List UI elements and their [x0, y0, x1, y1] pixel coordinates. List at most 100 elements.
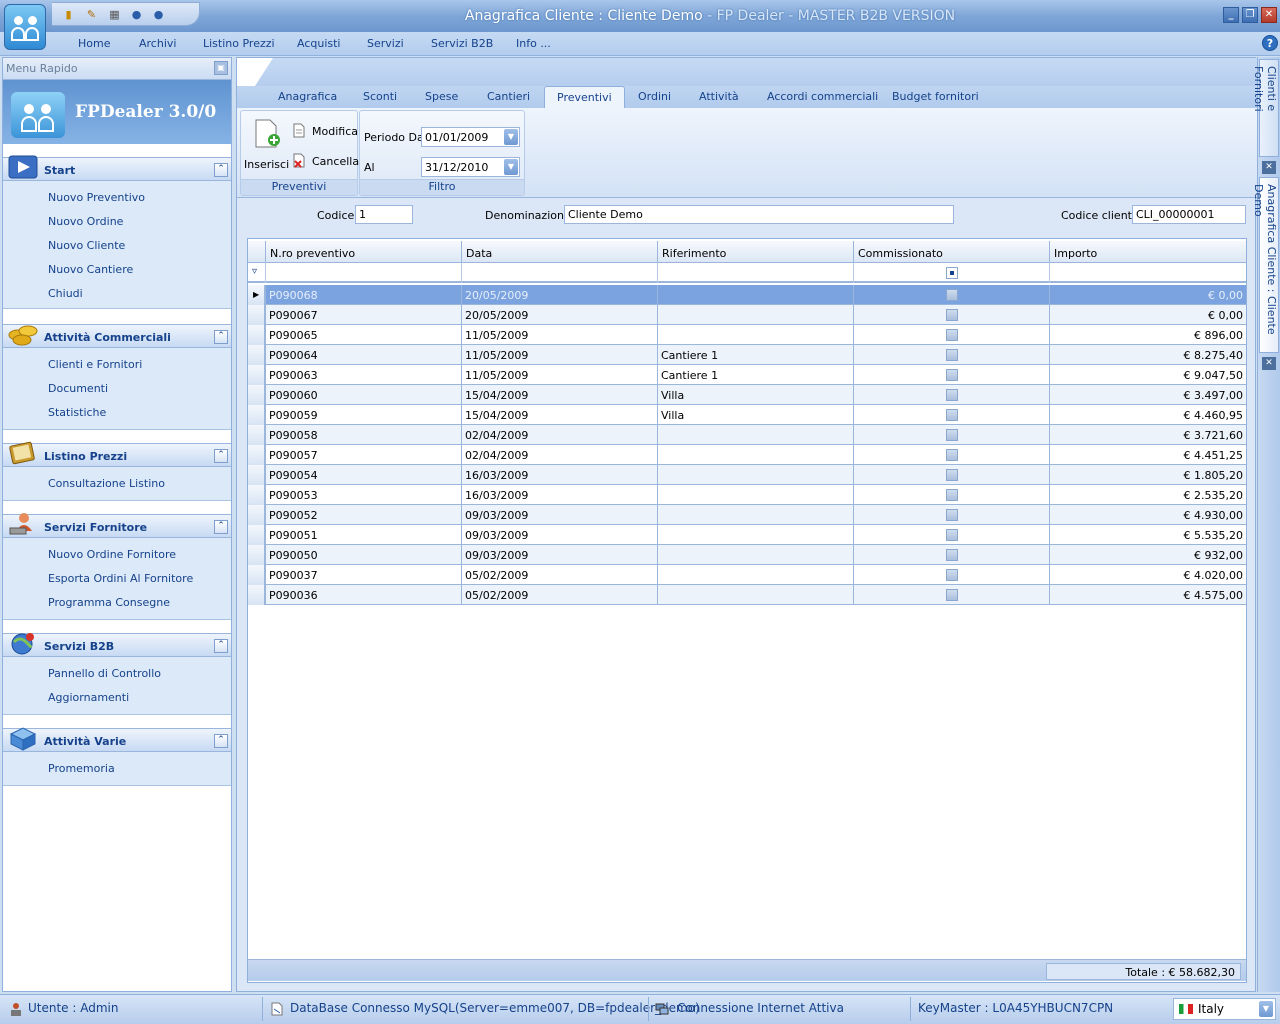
- cell-importo[interactable]: € 3.721,60: [1049, 425, 1246, 445]
- cell-riferimento[interactable]: [657, 525, 853, 545]
- row-selector[interactable]: [248, 465, 265, 485]
- delete-button[interactable]: Cancella: [291, 151, 359, 171]
- cell-data[interactable]: 02/04/2009: [461, 445, 657, 465]
- commissionato-checkbox[interactable]: [946, 349, 958, 361]
- table-row[interactable]: P090053 16/03/2009 € 2.535,20: [248, 485, 1246, 505]
- cell-importo[interactable]: € 0,00: [1049, 305, 1246, 325]
- sidebar-item-consultazione-listino[interactable]: Consultazione Listino: [3, 471, 231, 495]
- cell-numero[interactable]: P090068: [265, 285, 461, 305]
- collapse-icon[interactable]: ⌃: [214, 449, 228, 463]
- tab-anagrafica[interactable]: Anagrafica: [278, 90, 337, 103]
- doc-tab-anagrafica-cliente[interactable]: Anagrafica Cliente : Cliente Demo: [1252, 177, 1279, 353]
- cell-riferimento[interactable]: [657, 565, 853, 585]
- cell-riferimento[interactable]: [657, 505, 853, 525]
- sidebar-item-promemoria[interactable]: Promemoria: [3, 756, 231, 780]
- cell-importo[interactable]: € 896,00: [1049, 325, 1246, 345]
- menu-home[interactable]: Home: [78, 37, 110, 50]
- cell-importo[interactable]: € 5.535,20: [1049, 525, 1246, 545]
- commissionato-checkbox[interactable]: [946, 409, 958, 421]
- chevron-down-icon[interactable]: ▼: [504, 159, 518, 175]
- cell-importo[interactable]: € 4.020,00: [1049, 565, 1246, 585]
- filter-cell[interactable]: [265, 263, 461, 283]
- table-row[interactable]: P090037 05/02/2009 € 4.020,00: [248, 565, 1246, 585]
- cell-data[interactable]: 09/03/2009: [461, 545, 657, 565]
- column-header-data[interactable]: Data: [461, 241, 657, 263]
- table-row[interactable]: P090057 02/04/2009 € 4.451,25: [248, 445, 1246, 465]
- menu-servizi[interactable]: Servizi: [367, 37, 404, 50]
- chevron-down-icon[interactable]: ▼: [1259, 1001, 1273, 1017]
- commissionato-checkbox[interactable]: [946, 529, 958, 541]
- menu-info[interactable]: Info ...: [516, 37, 551, 50]
- sidebar-item-nuovo-cliente[interactable]: Nuovo Cliente: [3, 233, 231, 257]
- sidebar-item-clienti-e-fornitori[interactable]: Clienti e Fornitori: [3, 352, 231, 376]
- cell-data[interactable]: 11/05/2009: [461, 345, 657, 365]
- close-icon[interactable]: ✕: [1262, 357, 1276, 370]
- cell-data[interactable]: 09/03/2009: [461, 525, 657, 545]
- tab-budget-fornitori[interactable]: Budget fornitori: [892, 90, 979, 103]
- row-selector[interactable]: [248, 405, 265, 425]
- cell-riferimento[interactable]: [657, 425, 853, 445]
- cell-numero[interactable]: P090051: [265, 525, 461, 545]
- cell-importo[interactable]: € 4.575,00: [1049, 585, 1246, 605]
- table-row[interactable]: P090058 02/04/2009 € 3.721,60: [248, 425, 1246, 445]
- commissionato-checkbox[interactable]: [946, 289, 958, 301]
- collapse-icon[interactable]: ⌃: [214, 734, 228, 748]
- commissionato-checkbox[interactable]: [946, 449, 958, 461]
- row-selector[interactable]: [248, 585, 265, 605]
- cell-data[interactable]: 05/02/2009: [461, 585, 657, 605]
- cell-importo[interactable]: € 4.930,00: [1049, 505, 1246, 525]
- cell-importo[interactable]: € 8.275,40: [1049, 345, 1246, 365]
- sidebar-item-nuovo-cantiere[interactable]: Nuovo Cantiere: [3, 257, 231, 281]
- sidebar-item-chiudi[interactable]: Chiudi: [3, 281, 231, 305]
- table-row[interactable]: P090060 15/04/2009 Villa € 3.497,00: [248, 385, 1246, 405]
- table-row[interactable]: P090067 20/05/2009 € 0,00: [248, 305, 1246, 325]
- tab-accordi-commerciali[interactable]: Accordi commerciali: [767, 90, 878, 103]
- menu-listino-prezzi[interactable]: Listino Prezzi: [203, 37, 275, 50]
- row-selector[interactable]: [248, 505, 265, 525]
- cell-numero[interactable]: P090059: [265, 405, 461, 425]
- collapse-icon[interactable]: ⌃: [214, 163, 228, 177]
- table-row[interactable]: P090059 15/04/2009 Villa € 4.460,95: [248, 405, 1246, 425]
- sidebar-item-programma-consegne[interactable]: Programma Consegne: [3, 590, 231, 614]
- row-selector[interactable]: [248, 565, 265, 585]
- row-selector[interactable]: [248, 485, 265, 505]
- close-button[interactable]: ✕: [1261, 7, 1277, 23]
- tab-preventivi[interactable]: Preventivi: [544, 86, 625, 109]
- row-selector[interactable]: [248, 525, 265, 545]
- table-row[interactable]: ▶ P090068 20/05/2009 € 0,00: [248, 285, 1246, 305]
- commissionato-checkbox[interactable]: [946, 389, 958, 401]
- cell-numero[interactable]: P090067: [265, 305, 461, 325]
- cell-numero[interactable]: P090058: [265, 425, 461, 445]
- cell-riferimento[interactable]: [657, 545, 853, 565]
- table-row[interactable]: P090051 09/03/2009 € 5.535,20: [248, 525, 1246, 545]
- sidebar-item-documenti[interactable]: Documenti: [3, 376, 231, 400]
- menu-archivi[interactable]: Archivi: [139, 37, 176, 50]
- table-row[interactable]: P090052 09/03/2009 € 4.930,00: [248, 505, 1246, 525]
- commissionato-checkbox[interactable]: [946, 429, 958, 441]
- tab-cantieri[interactable]: Cantieri: [487, 90, 530, 103]
- doc-tab-clienti-fornitori[interactable]: Clienti e Fornitori: [1252, 59, 1279, 157]
- group-header[interactable]: Servizi Fornitore ⌃: [3, 513, 231, 538]
- cell-importo[interactable]: € 2.535,20: [1049, 485, 1246, 505]
- commissionato-checkbox[interactable]: [946, 549, 958, 561]
- column-header-importo[interactable]: Importo: [1049, 241, 1246, 263]
- commissionato-checkbox[interactable]: [946, 469, 958, 481]
- cell-numero[interactable]: P090063: [265, 365, 461, 385]
- commissionato-checkbox[interactable]: [946, 329, 958, 341]
- cell-data[interactable]: 05/02/2009: [461, 565, 657, 585]
- cell-importo[interactable]: € 1.805,20: [1049, 465, 1246, 485]
- filter-cell[interactable]: [853, 263, 1049, 283]
- cell-data[interactable]: 15/04/2009: [461, 405, 657, 425]
- cell-importo[interactable]: € 9.047,50: [1049, 365, 1246, 385]
- cell-riferimento[interactable]: [657, 305, 853, 325]
- codice-field[interactable]: 1: [355, 205, 413, 224]
- commissionato-checkbox[interactable]: [946, 489, 958, 501]
- group-header[interactable]: Start ⌃: [3, 155, 231, 181]
- cell-importo[interactable]: € 0,00: [1049, 285, 1246, 305]
- filter-cell[interactable]: [1049, 263, 1246, 283]
- cell-numero[interactable]: P090050: [265, 545, 461, 565]
- cell-riferimento[interactable]: Cantiere 1: [657, 345, 853, 365]
- cell-riferimento[interactable]: [657, 465, 853, 485]
- cell-data[interactable]: 11/05/2009: [461, 365, 657, 385]
- help-icon[interactable]: ?: [1262, 35, 1278, 51]
